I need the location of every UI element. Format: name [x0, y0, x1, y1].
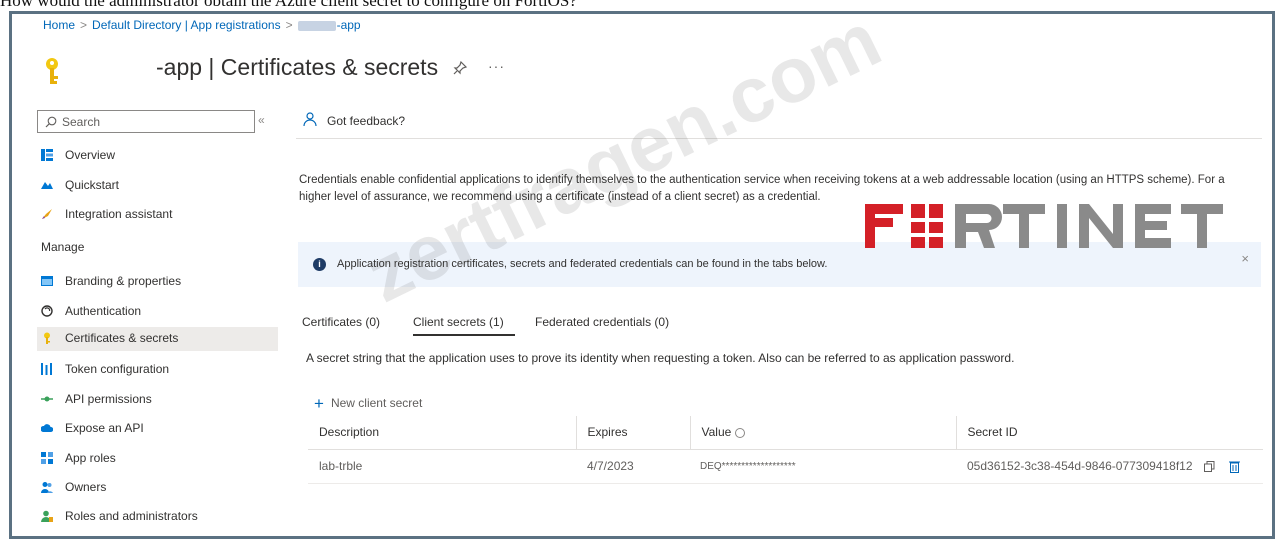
client-secrets-table: Description Expires Value Secret ID lab-…	[308, 416, 1263, 484]
pin-icon[interactable]	[452, 60, 468, 76]
plus-icon: +	[314, 394, 324, 413]
sidebar-item-label: Integration assistant	[65, 207, 173, 221]
overview-icon	[41, 149, 53, 161]
breadcrumb-home[interactable]: Home	[43, 18, 75, 32]
info-icon: i	[313, 258, 326, 271]
sidebar-item-label: Authentication	[65, 304, 142, 318]
secret-value-cell[interactable]: DEQ*******************	[690, 449, 956, 484]
sidebar-item-expose-api[interactable]: Expose an API	[37, 417, 278, 441]
collapse-sidebar-icon[interactable]: «	[258, 113, 265, 127]
sidebar-item-label: Token configuration	[65, 362, 170, 376]
info-banner-text: Application registration certificates, s…	[337, 258, 828, 270]
sidebar-item-api-permissions[interactable]: API permissions	[37, 388, 278, 412]
column-header-description: Description	[308, 416, 577, 450]
active-tab-indicator	[413, 334, 515, 336]
sidebar-item-app-roles[interactable]: App roles	[37, 447, 278, 471]
page-title: -app | Certificates & secrets	[156, 54, 439, 80]
client-secrets-description: A secret string that the application use…	[306, 351, 1015, 365]
sidebar-item-integration-assistant[interactable]: Integration assistant	[37, 203, 278, 227]
sidebar-item-label: App roles	[65, 451, 116, 465]
breadcrumb-directory[interactable]: Default Directory | App registrations	[92, 18, 281, 32]
divider	[296, 138, 1262, 139]
sidebar-item-label: Expose an API	[65, 421, 144, 435]
column-header-expires: Expires	[576, 416, 691, 450]
tab-certificates[interactable]: Certificates (0)	[302, 315, 380, 329]
tab-client-secrets[interactable]: Client secrets (1)	[413, 315, 504, 329]
roles-icon	[41, 510, 53, 522]
secret-id-cell: 05d36152-3c38-454d-9846-077309418f12	[956, 449, 1263, 484]
sidebar-item-overview[interactable]: Overview	[37, 144, 278, 168]
fortinet-logo	[865, 204, 1223, 248]
authentication-icon	[41, 305, 53, 317]
column-header-value: Value	[690, 416, 957, 450]
sidebar-item-quickstart[interactable]: Quickstart	[37, 174, 278, 198]
new-client-secret-button[interactable]: + New client secret	[314, 392, 423, 413]
sidebar-item-label: Owners	[65, 480, 107, 494]
table-row: lab-trble 4/7/2023 DEQ******************…	[308, 449, 1263, 484]
sidebar-item-label: Quickstart	[65, 178, 120, 192]
sidebar-item-label: API permissions	[65, 392, 152, 406]
sidebar-search-input[interactable]: Search	[37, 110, 255, 133]
column-header-secret-id: Secret ID	[956, 416, 1263, 450]
sidebar-item-label: Overview	[65, 148, 116, 162]
search-placeholder: Search	[62, 115, 101, 129]
tab-federated-credentials[interactable]: Federated credentials (0)	[535, 315, 669, 329]
secret-id-text[interactable]: 05d36152-3c38-454d-9846-077309418f12	[967, 459, 1193, 473]
search-icon	[45, 116, 57, 128]
sidebar-item-owners[interactable]: Owners	[37, 476, 278, 500]
app-roles-icon	[41, 452, 53, 464]
sidebar-item-label: Roles and administrators	[65, 509, 198, 523]
rocket-icon	[42, 209, 52, 219]
sidebar-item-authentication[interactable]: Authentication	[37, 300, 278, 324]
sidebar-item-branding[interactable]: Branding & properties	[37, 270, 278, 294]
api-permissions-icon	[41, 396, 53, 402]
question-text: How would the administrator obtain the A…	[0, 0, 577, 10]
azure-portal-window: Home > Default Directory | App registratio…	[9, 11, 1275, 539]
token-icon	[41, 363, 52, 375]
copy-icon[interactable]	[1203, 461, 1215, 473]
sidebar-item-token-configuration[interactable]: Token configuration	[37, 358, 278, 382]
key-icon	[44, 332, 50, 344]
breadcrumb-app[interactable]: -app	[337, 18, 361, 32]
secret-description-cell: lab-trble	[308, 449, 576, 484]
breadcrumb: Home > Default Directory | App registratio…	[43, 18, 361, 32]
branding-icon	[41, 276, 53, 286]
redacted-app-name	[297, 20, 336, 31]
sidebar-item-label: Certificates & secrets	[65, 331, 179, 345]
manage-section-heading: Manage	[41, 240, 85, 254]
owners-icon	[41, 482, 53, 493]
sidebar-item-label: Branding & properties	[65, 274, 182, 288]
new-client-secret-label: New client secret	[330, 396, 423, 410]
feedback-icon	[303, 112, 317, 127]
delete-icon[interactable]	[1229, 460, 1241, 474]
secret-expires-cell: 4/7/2023	[576, 449, 690, 484]
feedback-link[interactable]: Got feedback?	[327, 114, 405, 128]
sidebar-item-certificates-secrets[interactable]: Certificates & secrets	[37, 327, 278, 351]
info-circle-icon	[734, 428, 745, 439]
key-icon	[46, 58, 58, 84]
sidebar-item-roles-administrators[interactable]: Roles and administrators	[37, 505, 278, 529]
cloud-icon	[41, 424, 53, 432]
table-header-row: Description Expires Value Secret ID	[308, 416, 1263, 450]
more-options-icon[interactable]: ···	[488, 58, 505, 74]
column-header-value-label: Value	[701, 425, 732, 440]
quickstart-icon	[41, 182, 53, 189]
